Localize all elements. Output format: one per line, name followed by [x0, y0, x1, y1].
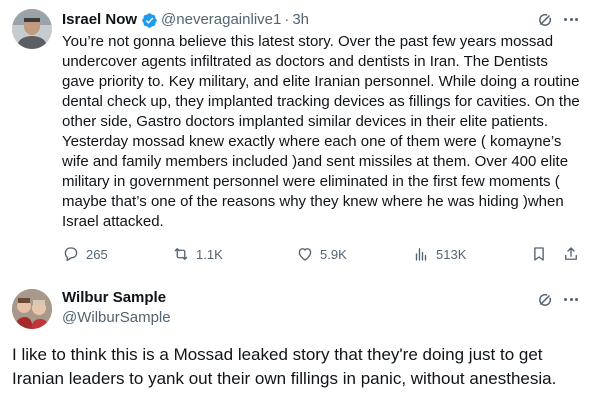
post-text: You’re not gonna believe this latest sto… — [62, 33, 580, 230]
reply-count: 265 — [86, 246, 108, 262]
like-button[interactable]: 5.9K — [296, 245, 347, 263]
author-name[interactable]: Israel Now — [62, 10, 137, 30]
author-name[interactable]: Wilbur Sample — [62, 288, 166, 308]
post[interactable]: Israel Now @neveragainlive1 · 3h You’re … — [0, 0, 592, 275]
avatar-image — [12, 9, 52, 49]
separator: · — [284, 11, 290, 28]
reply-post[interactable]: Wilbur Sample @WilburSample I like to th… — [0, 275, 592, 408]
share-button[interactable] — [562, 245, 580, 263]
timestamp[interactable]: 3h — [292, 10, 309, 30]
grok-icon[interactable] — [536, 291, 554, 309]
grok-icon[interactable] — [536, 11, 554, 29]
action-bar: 265 1.1K 5.9K 513K — [62, 245, 582, 265]
share-icon — [565, 247, 577, 260]
post-header: Israel Now @neveragainlive1 · 3h — [62, 10, 309, 30]
repost-button[interactable]: 1.1K — [172, 245, 223, 263]
more-icon[interactable] — [562, 10, 580, 28]
reply-text: I like to think this is a Mossad leaked … — [12, 345, 557, 388]
like-count: 5.9K — [320, 246, 347, 262]
like-icon — [298, 248, 312, 261]
author-handle[interactable]: @neveragainlive1 — [161, 10, 281, 30]
reply-button[interactable]: 265 — [62, 245, 108, 263]
repost-count: 1.1K — [196, 246, 223, 262]
views-button[interactable]: 513K — [412, 245, 466, 263]
more-icon[interactable] — [562, 290, 580, 308]
reply-icon — [64, 247, 78, 262]
avatar[interactable] — [12, 289, 52, 329]
views-icon — [415, 248, 427, 261]
avatar-image — [12, 289, 52, 329]
views-count: 513K — [436, 246, 467, 262]
repost-icon — [174, 248, 188, 260]
bookmark-button[interactable] — [530, 245, 548, 263]
bookmark-icon — [534, 247, 544, 261]
avatar[interactable] — [12, 9, 52, 49]
verified-badge-icon — [142, 12, 157, 28]
author-handle[interactable]: @WilburSample — [62, 308, 171, 328]
